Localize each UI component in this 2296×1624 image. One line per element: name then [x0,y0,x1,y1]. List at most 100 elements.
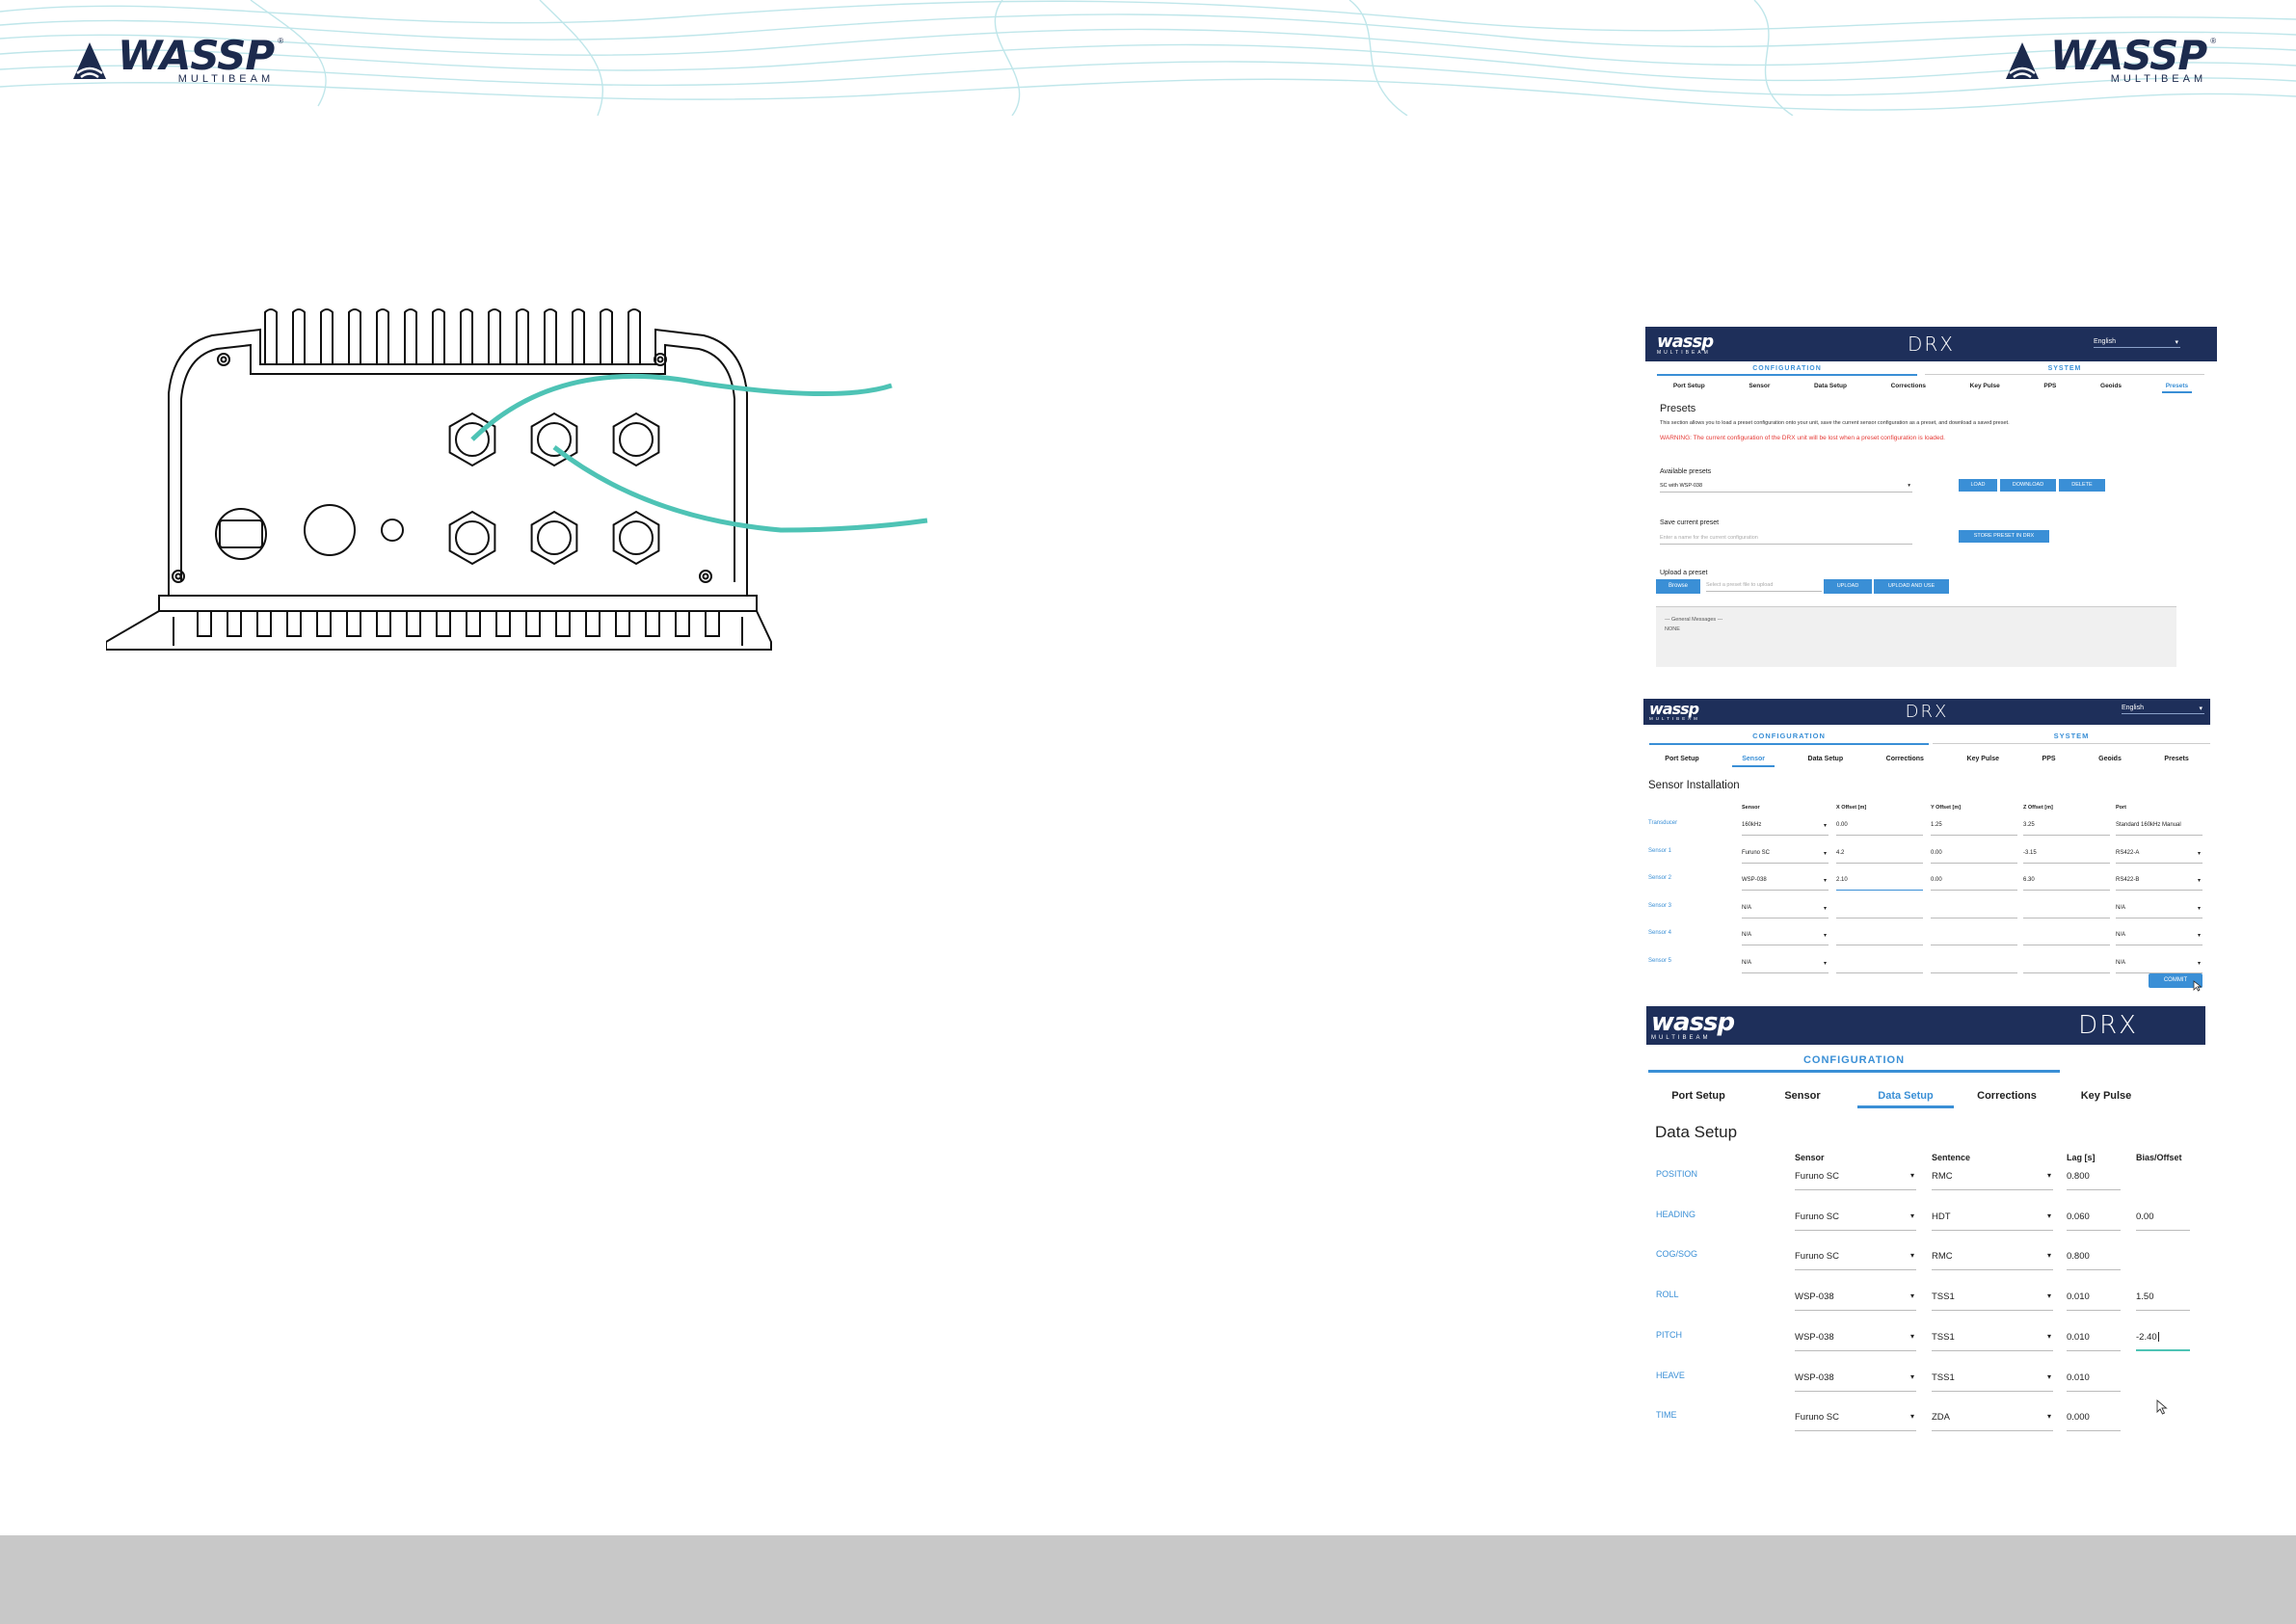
sentence-select[interactable]: RMC ▾ [1932,1171,2053,1190]
tab-port-setup[interactable]: Port Setup [1669,383,1709,393]
sensor-select[interactable]: N/A ▾ [1742,932,1829,945]
upload-button[interactable]: UPLOAD [1824,579,1872,594]
tab-data-setup[interactable]: Data Setup [1810,383,1851,393]
dropdown-arrow-icon: ▾ [2197,905,2201,912]
sentence-select[interactable]: TSS1 ▾ [1932,1332,2053,1351]
lag-input[interactable]: 0.800 [2067,1251,2121,1271]
sensor-select[interactable]: WSP-038 ▾ [1795,1291,1916,1312]
x-offset-input[interactable]: 4.2 [1836,850,1923,864]
x-offset-input[interactable] [1836,932,1923,945]
x-offset-input[interactable]: 0.00 [1836,822,1923,836]
sensor-select[interactable]: Furuno SC ▾ [1795,1251,1916,1271]
column-header-z-offset-m: Z Offset [m] [2023,805,2053,811]
port-select[interactable]: Standard 160kHz Manual [2116,822,2203,836]
port-value: RS422-A [2116,849,2140,856]
tab-corrections[interactable]: Corrections [1887,383,1930,393]
column-header-sensor: Sensor [1795,1153,1825,1162]
language-select[interactable]: English ▾ [2094,338,2180,348]
y-offset-input[interactable] [1931,905,2017,918]
upload-and-use-button[interactable]: UPLOAD AND USE [1874,579,1949,594]
x-offset-input[interactable] [1836,960,1923,973]
x-offset-input[interactable]: 2.10 [1836,877,1923,891]
panel-logo-sub: MULTIBEAM [1657,349,1711,356]
sensor-select[interactable]: Furuno SC ▾ [1795,1171,1916,1190]
row-label-position: POSITION [1656,1169,1698,1179]
row-label-sensor-5: Sensor 5 [1648,957,1672,964]
lag-input[interactable]: 0.010 [2067,1291,2121,1312]
sensor-select[interactable]: Furuno SC ▾ [1795,1412,1916,1432]
port-select[interactable]: RS422-B ▾ [2116,877,2203,891]
panel-logo: wassp MULTIBEAM [1649,702,1700,722]
z-offset-input[interactable] [2023,960,2110,973]
available-presets-value: SC with WSP-038 [1660,483,1703,489]
port-select[interactable]: N/A ▾ [2116,905,2203,918]
y-value: 1.25 [1931,822,1942,828]
sensor-panel: wassp MULTIBEAM DRX English ▾ CONFIGURAT… [1643,699,2210,993]
delete-button[interactable]: DELETE [2059,479,2105,492]
browse-button[interactable]: Browse [1656,579,1700,594]
lag-input[interactable]: 0.010 [2067,1372,2121,1392]
panel-header: wassp MULTIBEAM DRX English ▾ [1643,699,2210,725]
y-offset-input[interactable] [1931,932,2017,945]
panel-header: wassp MULTIBEAM DRX [1646,1006,2205,1045]
bias-offset-input[interactable]: 1.50 [2136,1291,2190,1312]
sentence-select[interactable]: ZDA ▾ [1932,1412,2053,1432]
sensor-select[interactable]: Furuno SC ▾ [1795,1211,1916,1231]
z-offset-input[interactable]: -3.15 [2023,850,2110,864]
row-label-sensor-1: Sensor 1 [1648,847,1672,854]
z-offset-input[interactable]: 6.30 [2023,877,2110,891]
sensor-select[interactable]: N/A ▾ [1742,960,1829,973]
bias-offset-input[interactable]: -2.40 [2136,1332,2190,1351]
sentence-select[interactable]: RMC ▾ [1932,1251,2053,1271]
sentence-value: RMC [1932,1171,1953,1182]
panel-logo: wassp MULTIBEAM [1651,1010,1735,1041]
y-offset-input[interactable]: 1.25 [1931,822,2017,836]
row-label-time: TIME [1656,1410,1677,1421]
section-system[interactable]: SYSTEM [1925,365,2204,375]
lag-input[interactable]: 0.800 [2067,1171,2121,1190]
port-select[interactable]: RS422-A ▾ [2116,850,2203,864]
z-offset-input[interactable] [2023,932,2110,945]
sensor-select[interactable]: 160kHz ▾ [1742,822,1829,836]
dropdown-arrow-icon: ▾ [2046,1291,2051,1301]
z-offset-input[interactable]: 3.25 [2023,822,2110,836]
port-select[interactable]: N/A ▾ [2116,932,2203,945]
section-configuration[interactable]: CONFIGURATION [1657,365,1917,376]
y-offset-input[interactable]: 0.00 [1931,850,2017,864]
z-offset-input[interactable] [2023,905,2110,918]
available-presets-select[interactable]: SC with WSP-038 ▾ [1660,483,1912,493]
lag-input[interactable]: 0.010 [2067,1332,2121,1351]
sentence-select[interactable]: HDT ▾ [1932,1211,2053,1231]
product-title: DRX [1905,702,1949,722]
load-button[interactable]: LOAD [1959,479,1997,492]
language-select[interactable]: English ▾ [2122,705,2204,714]
sensor-select[interactable]: WSP-038 ▾ [1742,877,1829,891]
lag-value: 0.800 [2067,1251,2090,1263]
sentence-select[interactable]: TSS1 ▾ [1932,1291,2053,1312]
dropdown-arrow-icon: ▾ [1909,1331,1914,1341]
dropdown-arrow-icon: ▾ [1909,1371,1914,1381]
tab-key-pulse[interactable]: Key Pulse [1966,383,2004,393]
upload-file-input[interactable]: Select a preset file to upload [1706,582,1822,592]
store-preset-button[interactable]: STORE PRESET IN DRX [1959,530,2049,543]
download-button[interactable]: DOWNLOAD [2000,479,2056,492]
bias-offset-input[interactable]: 0.00 [2136,1211,2190,1231]
dropdown-arrow-icon: ▾ [1823,850,1827,857]
save-preset-input[interactable]: Enter a name for the current configurati… [1660,535,1912,545]
sentence-value: TSS1 [1932,1371,1955,1383]
tab-sensor[interactable]: Sensor [1745,383,1774,393]
sensor-select[interactable]: N/A ▾ [1742,905,1829,918]
sensor-select[interactable]: WSP-038 ▾ [1795,1372,1916,1392]
y-offset-input[interactable]: 0.00 [1931,877,2017,891]
tab-geoids[interactable]: Geoids [2096,383,2125,393]
x-offset-input[interactable] [1836,905,1923,918]
sensor-select[interactable]: WSP-038 ▾ [1795,1332,1916,1351]
sentence-select[interactable]: TSS1 ▾ [1932,1372,2053,1392]
lag-input[interactable]: 0.000 [2067,1412,2121,1432]
tab-presets[interactable]: Presets [2161,383,2193,393]
lag-input[interactable]: 0.060 [2067,1211,2121,1231]
sensor-select[interactable]: Furuno SC ▾ [1742,850,1829,864]
tab-pps[interactable]: PPS [2040,383,2060,393]
y-offset-input[interactable] [1931,960,2017,973]
port-select[interactable]: N/A ▾ [2116,960,2203,973]
